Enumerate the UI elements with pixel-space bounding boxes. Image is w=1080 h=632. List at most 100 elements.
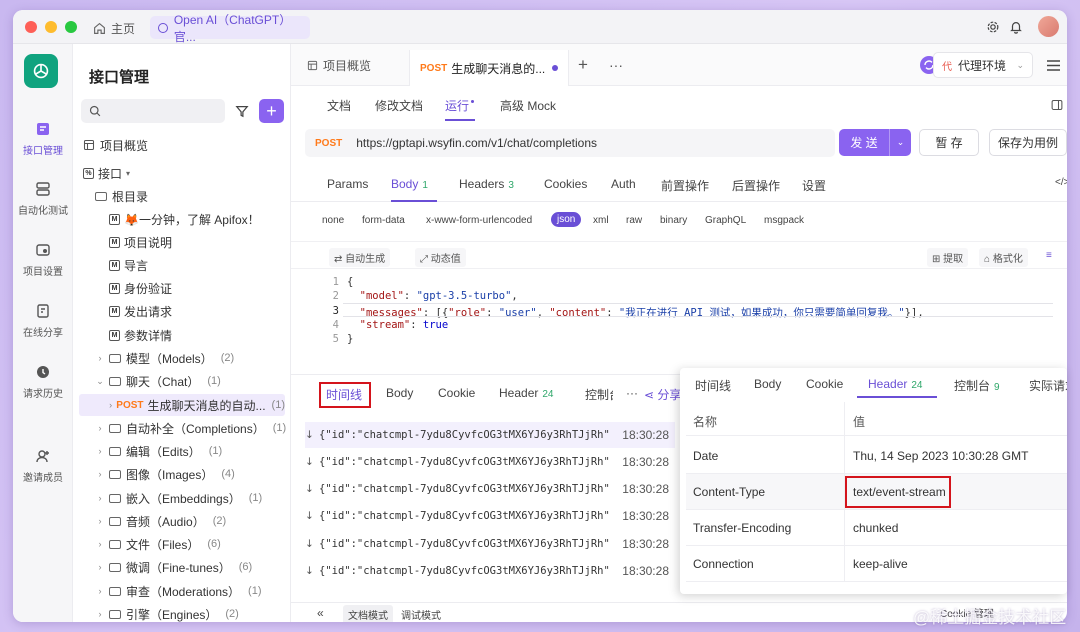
tab-post-operation[interactable]: 后置操作: [732, 177, 780, 194]
sidebar-toggle-icon[interactable]: [1051, 99, 1063, 111]
tab-params[interactable]: Params: [327, 177, 368, 191]
chevron-down-icon[interactable]: ⌄: [889, 129, 911, 156]
body-type-binary[interactable]: binary: [660, 215, 687, 226]
environment-select[interactable]: 代 代理环境 ⌄: [933, 52, 1033, 78]
maximize-window-button[interactable]: [65, 21, 77, 33]
tree-folder-item[interactable]: › 自动补全（Completions） (1): [73, 417, 291, 439]
stream-row[interactable]: ↓ {"id":"chatcmpl-7ydu8CyvfcOG3tMX6YJ6y3R…: [305, 558, 675, 584]
nav-api-management[interactable]: 接口管理: [13, 120, 73, 157]
url-input[interactable]: POST https://gptapi.wsyfin.com/v1/chat/c…: [305, 129, 835, 157]
tree-selected-endpoint[interactable]: › POST 生成聊天消息的自动... (1): [79, 394, 285, 416]
stream-row[interactable]: ↓ {"id":"chatcmpl-7ydu8CyvfcOG3tMX6YJ6y3R…: [305, 531, 675, 557]
extract-button[interactable]: ⊞ 提取: [927, 248, 969, 267]
body-type-graphql[interactable]: GraphQL: [705, 215, 746, 226]
add-tab-button[interactable]: +: [578, 54, 588, 76]
nav-request-history[interactable]: 请求历史: [13, 363, 73, 400]
tree-doc-item[interactable]: M 🦊一分钟，了解 Apifox！: [73, 208, 291, 230]
tab-edit-doc[interactable]: 修改文档: [375, 97, 423, 114]
popup-tab-cookie[interactable]: Cookie: [806, 377, 843, 391]
popup-tab-header[interactable]: Header 24: [868, 377, 922, 391]
tab-response-cookie[interactable]: Cookie: [438, 386, 475, 400]
tree-item-overview[interactable]: 项目概览: [73, 134, 291, 156]
tab-run[interactable]: 运行: [445, 97, 469, 114]
code-icon[interactable]: </>: [1055, 177, 1067, 188]
stream-row[interactable]: ↓ {"id":"chatcmpl-7ydu8CyvfcOG3tMX6YJ6y3R…: [305, 422, 675, 448]
project-window-tab[interactable]: Open AI（ChatGPT）官...: [150, 13, 310, 44]
tab-doc[interactable]: 文档: [327, 97, 351, 114]
body-type-form-data[interactable]: form-data: [362, 215, 405, 226]
tab-cookies[interactable]: Cookies: [544, 177, 587, 191]
body-type-msgpack[interactable]: msgpack: [764, 215, 804, 226]
tree-folder-item[interactable]: › 审查（Moderations） (1): [73, 580, 291, 602]
body-type-raw[interactable]: raw: [626, 215, 642, 226]
tab-active-endpoint[interactable]: POST 生成聊天消息的...: [409, 50, 569, 86]
tree-folder-item[interactable]: › 微调（Fine-tunes） (6): [73, 556, 291, 578]
tree-folder-item[interactable]: › 图像（Images） (4): [73, 463, 291, 485]
tree-folder-item[interactable]: › 编辑（Edits） (1): [73, 440, 291, 462]
tree-folder-item[interactable]: › 模型（Models） (2): [73, 347, 291, 369]
auto-generate-button[interactable]: ⇄ 自动生成: [329, 248, 391, 267]
share-button[interactable]: ⋖ 分享: [644, 386, 681, 403]
filter-icon[interactable]: [230, 99, 254, 123]
search-input[interactable]: [81, 99, 225, 123]
tree-folder-item[interactable]: › 音频（Audio） (2): [73, 510, 291, 532]
avatar[interactable]: [1038, 16, 1059, 37]
collapse-icon[interactable]: «: [317, 606, 324, 620]
tree-folder-item[interactable]: › 引擎（Engines） (2): [73, 603, 291, 622]
doc-mode-button[interactable]: 文档模式: [343, 605, 393, 622]
bell-icon[interactable]: [1006, 17, 1026, 37]
tree-folder-item[interactable]: ⌄ 聊天（Chat） (1): [73, 370, 291, 392]
dynamic-value-button[interactable]: ⤢ 动态值: [415, 248, 466, 267]
tab-body[interactable]: Body 1: [391, 177, 428, 191]
tree-folder-item[interactable]: › 文件（Files） (6): [73, 533, 291, 555]
nav-online-share[interactable]: 在线分享: [13, 302, 73, 339]
popup-tab-body[interactable]: Body: [754, 377, 781, 391]
debug-mode-button[interactable]: 调试模式: [401, 607, 441, 622]
popup-tab-actual-request[interactable]: 实际请求: [1029, 377, 1067, 394]
tab-auth[interactable]: Auth: [611, 177, 636, 191]
send-button[interactable]: 发 送 ⌄: [839, 129, 911, 156]
save-draft-button[interactable]: 暂 存: [919, 129, 979, 156]
stream-row[interactable]: ↓ {"id":"chatcmpl-7ydu8CyvfcOG3tMX6YJ6y3R…: [305, 449, 675, 475]
save-as-case-button[interactable]: 保存为用例: [989, 129, 1067, 156]
json-editor[interactable]: 1{ 2 "model": "gpt-3.5-turbo", 3 "messag…: [291, 272, 1067, 372]
home-tab[interactable]: 主页: [93, 17, 135, 39]
nav-automation-test[interactable]: 自动化测试: [13, 180, 73, 217]
popup-tab-console[interactable]: 控制台 9: [954, 377, 1000, 394]
method-select[interactable]: POST: [315, 138, 342, 149]
tab-response-body[interactable]: Body: [386, 386, 413, 400]
tree-doc-item[interactable]: M 项目说明: [73, 231, 291, 253]
tab-pre-operation[interactable]: 前置操作: [661, 177, 709, 194]
body-type-none[interactable]: none: [322, 215, 344, 226]
body-type-json[interactable]: json: [551, 212, 582, 227]
close-window-button[interactable]: [25, 21, 37, 33]
tree-folder-item[interactable]: › 嵌入（Embeddings） (1): [73, 487, 291, 509]
more-tabs-icon[interactable]: ···: [609, 54, 623, 76]
tree-doc-item[interactable]: M 发出请求: [73, 300, 291, 322]
tree-doc-item[interactable]: M 导言: [73, 254, 291, 276]
tree-doc-item[interactable]: M 身份验证: [73, 277, 291, 299]
minimize-window-button[interactable]: [45, 21, 57, 33]
tab-response-header[interactable]: Header 24: [499, 386, 553, 400]
tree-item-root[interactable]: 根目录: [73, 185, 291, 207]
tab-advanced-mock[interactable]: 高级 Mock: [500, 97, 556, 114]
gear-icon[interactable]: [983, 17, 1003, 37]
body-type-xml[interactable]: xml: [593, 215, 609, 226]
nav-invite-members[interactable]: 邀请成员: [13, 447, 73, 484]
tree-doc-item[interactable]: M 参数详情: [73, 324, 291, 346]
tab-project-overview[interactable]: 项目概览: [307, 54, 371, 76]
stream-row[interactable]: ↓ {"id":"chatcmpl-7ydu8CyvfcOG3tMX6YJ6y3R…: [305, 476, 675, 502]
menu-icon[interactable]: [1043, 55, 1063, 75]
tree-item-api[interactable]: % 接口 ▾: [73, 162, 291, 184]
tab-headers[interactable]: Headers 3: [459, 177, 514, 191]
stream-row[interactable]: ↓ {"id":"chatcmpl-7ydu8CyvfcOG3tMX6YJ6y3R…: [305, 503, 675, 529]
tab-settings[interactable]: 设置: [802, 177, 826, 194]
format-button[interactable]: ⌂ 格式化: [979, 248, 1028, 267]
more-icon[interactable]: ···: [626, 386, 638, 400]
nav-project-settings[interactable]: 项目设置: [13, 241, 73, 278]
tab-console[interactable]: 控制台: [585, 386, 613, 403]
wrap-icon[interactable]: ≡: [1041, 248, 1057, 263]
body-type-urlencoded[interactable]: x-www-form-urlencoded: [426, 215, 532, 226]
popup-tab-timeline[interactable]: 时间线: [695, 377, 731, 394]
add-button[interactable]: +: [259, 99, 284, 123]
